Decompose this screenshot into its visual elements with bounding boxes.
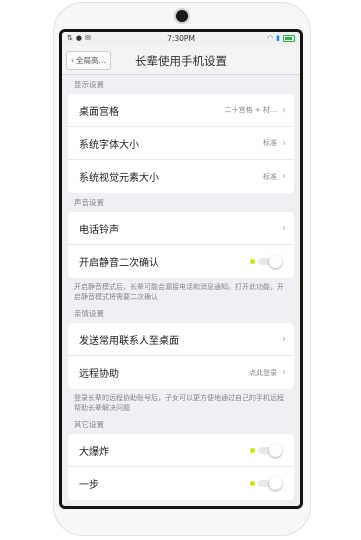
section-label-sound: 声音设置 xyxy=(74,198,104,207)
chevron-right-icon: › xyxy=(282,367,286,378)
header: ‹ 全局高… 长辈使用手机设置 xyxy=(62,46,300,75)
family-note: 登录长辈的远程协助账号后，子女可以更方便地通过自己的手机远程帮助长辈解决问题 xyxy=(74,394,284,412)
toggle-indicator xyxy=(250,259,255,264)
wifi-icon: ◠ xyxy=(267,34,274,42)
row-label: 系统字体大小 xyxy=(79,139,139,151)
network-icon: ▮ xyxy=(276,34,280,42)
row-label: 远程协助 xyxy=(79,369,119,380)
row-label: 电话铃声 xyxy=(79,224,119,236)
sound-note: 开启静音模式后，长辈可能会漏接电话和消息通知。打开此功能，开启静音模式将需要二次… xyxy=(74,283,284,301)
row-value: 标准 xyxy=(263,172,277,181)
row-label: 一步 xyxy=(79,480,99,491)
row-label: 开启静音二次确认 xyxy=(79,258,159,269)
send-contacts-row[interactable]: 发送常用联系人至桌面 › xyxy=(68,323,294,356)
family-settings-card: 发送常用联系人至桌面 › 远程协助 点此登录 › xyxy=(68,323,294,389)
toggle-knob xyxy=(269,255,282,268)
chevron-right-icon: › xyxy=(282,333,286,345)
display-settings-card: 桌面宫格 二十宫格 + 材… › 系统字体大小 标准 › 系统视觉元素大小 标准… xyxy=(68,94,294,193)
silent-confirm-row: 开启静音二次确认 xyxy=(68,245,294,278)
battery-icon xyxy=(283,34,295,42)
ringtone-row[interactable]: 电话铃声 › xyxy=(68,212,294,245)
row-value: 标准 xyxy=(263,139,277,147)
row-label: 桌面宫格 xyxy=(79,106,119,118)
toggle-indicator xyxy=(250,447,255,453)
row-label: 大爆炸 xyxy=(79,446,109,458)
row-label: 系统视觉元素大小 xyxy=(79,173,159,184)
remote-assist-row[interactable]: 远程协助 点此登录 › xyxy=(68,356,294,389)
chevron-right-icon: › xyxy=(282,171,286,182)
chevron-right-icon: › xyxy=(282,137,286,149)
visual-size-row[interactable]: 系统视觉元素大小 标准 › xyxy=(68,160,294,193)
chevron-right-icon: › xyxy=(282,222,286,234)
other-settings-card: 大爆炸 一步 xyxy=(68,434,294,500)
toggle-knob xyxy=(269,477,282,490)
row-value: 点此登录 xyxy=(249,368,277,377)
row-value: 二十宫格 + 材… xyxy=(224,106,277,114)
toggle-indicator xyxy=(250,481,255,486)
toggle-knob xyxy=(269,443,282,457)
big-bang-row: 大爆炸 xyxy=(68,434,294,467)
settings-list: 显示设置 桌面宫格 二十宫格 + 材… › 系统字体大小 标准 › 系统视觉元素… xyxy=(62,75,300,500)
section-label-family: 亲情设置 xyxy=(74,309,104,318)
status-time: 7:30PM xyxy=(167,34,195,43)
page-title: 长辈使用手机设置 xyxy=(135,54,227,68)
one-step-toggle[interactable] xyxy=(248,477,286,490)
section-label-display: 显示设置 xyxy=(74,80,104,89)
status-bar: ⇅ ● ✉ 7:30PM ◠ ▮ xyxy=(62,32,300,46)
silent-confirm-toggle[interactable] xyxy=(248,255,286,268)
font-size-row[interactable]: 系统字体大小 标准 › xyxy=(68,127,294,160)
camera-icon xyxy=(176,10,188,22)
screen: ⇅ ● ✉ 7:30PM ◠ ▮ ‹ 全局高… 长辈使用手机设置 显示设置 桌面… xyxy=(59,29,303,509)
row-label: 发送常用联系人至桌面 xyxy=(79,335,179,347)
big-bang-toggle[interactable] xyxy=(248,443,286,457)
one-step-row: 一步 xyxy=(68,467,294,500)
section-label-other: 其它设置 xyxy=(74,420,104,429)
desktop-grid-row[interactable]: 桌面宫格 二十宫格 + 材… › xyxy=(68,94,294,127)
sound-settings-card: 电话铃声 › 开启静音二次确认 xyxy=(68,212,294,278)
chevron-right-icon: › xyxy=(282,104,286,116)
